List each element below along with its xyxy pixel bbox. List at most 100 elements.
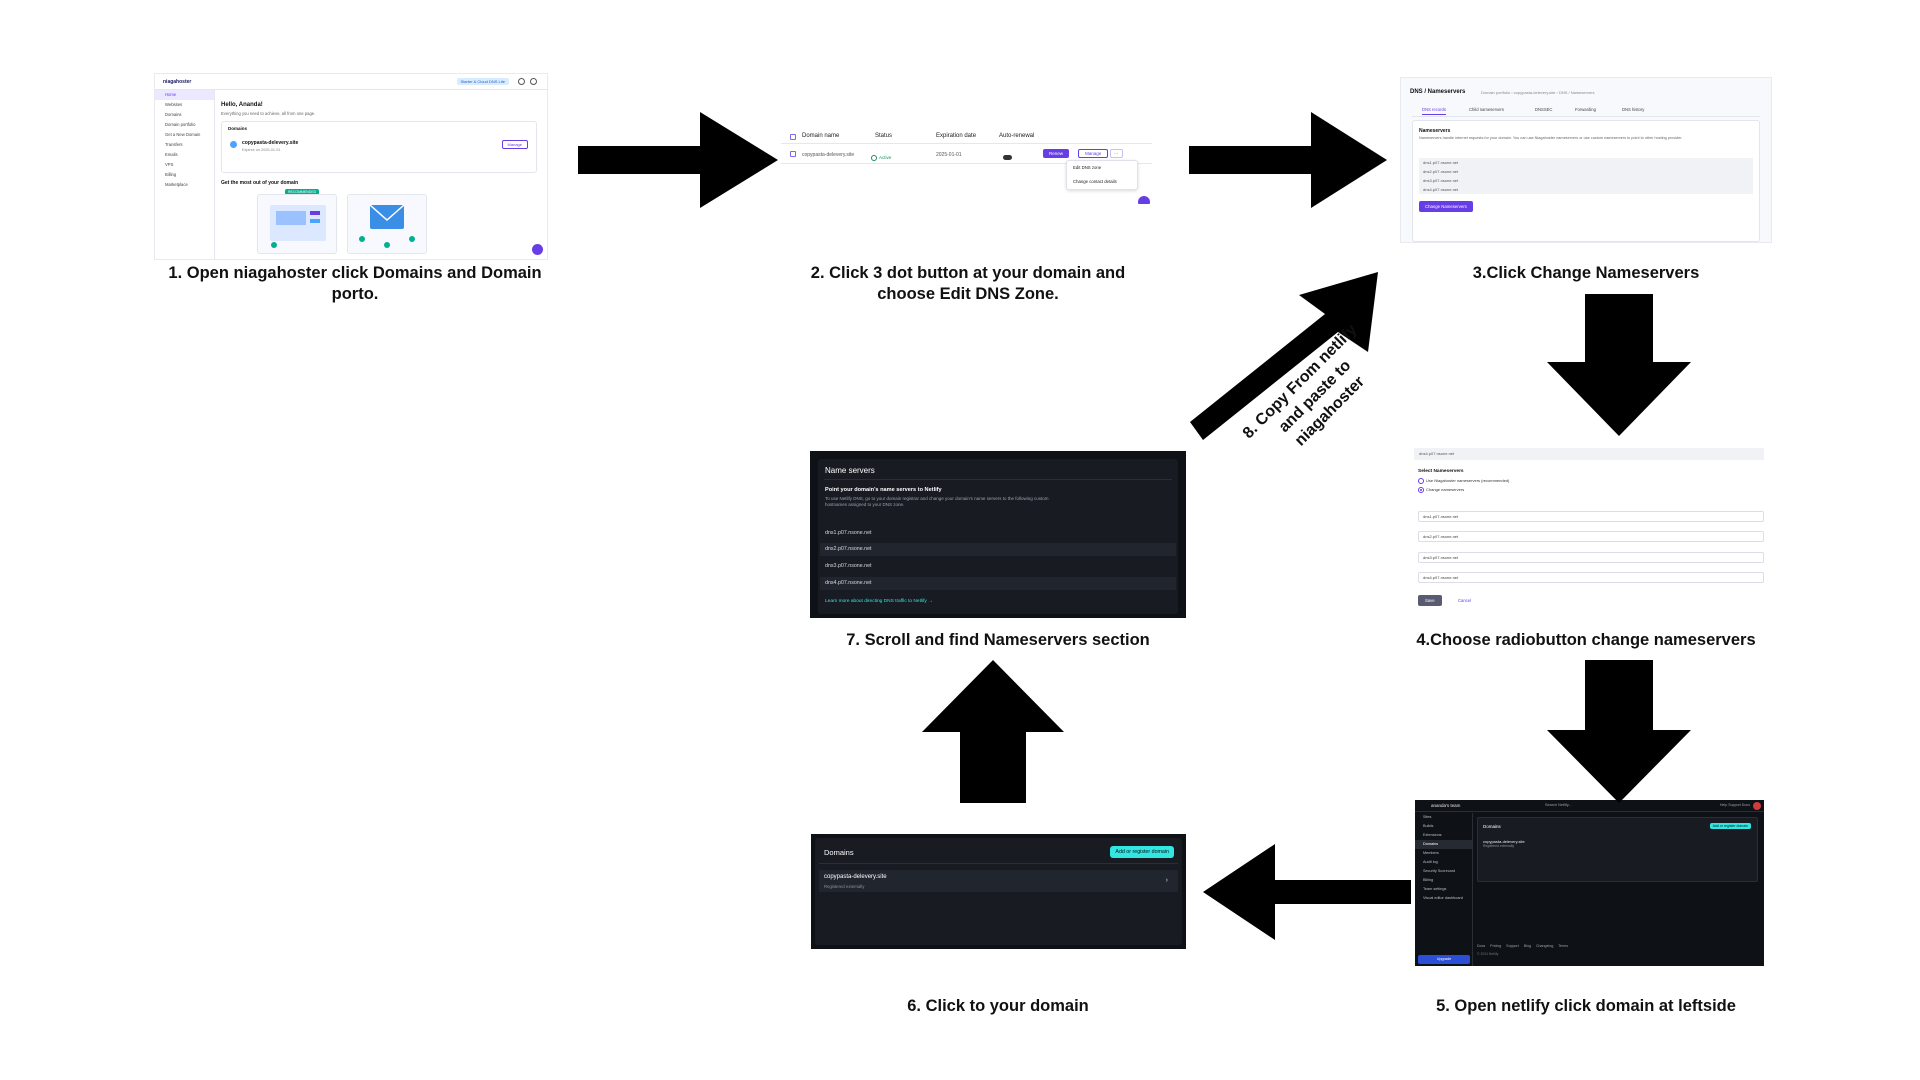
nav-visual-editor[interactable]: Visual editor dashboard [1415, 894, 1472, 903]
domain-name[interactable]: copypasta-delevery.site [242, 140, 298, 146]
learn-more-link[interactable]: Learn more about directing DNS traffic t… [825, 599, 933, 604]
tab-dns-history[interactable]: DNS history [1622, 107, 1644, 112]
menu-change-contact[interactable]: Change contact details [1067, 175, 1137, 189]
domains-heading: Domains [824, 848, 854, 857]
domains-card: Domains copypasta-delevery.site Expires … [221, 121, 537, 173]
greeting: Hello, Ananda! [221, 102, 263, 108]
col-expiration: Expiration date [936, 133, 977, 139]
previous-nameserver-value: dns4.p07.nsone.net [1414, 448, 1764, 460]
niagahoster-logo: niagahoster [163, 79, 192, 85]
avatar[interactable] [1753, 802, 1761, 810]
tab-bar: DNS records Child nameservers DNSSEC For… [1412, 105, 1760, 117]
nameservers-description: Nameservers handle internet requests for… [1419, 136, 1683, 140]
top-bar: niagahoster Starter & Cloud DNS Lite [155, 74, 547, 90]
nav-home[interactable]: Home [155, 90, 214, 100]
domains-card: Domains Add or register domain copypasta… [1477, 817, 1758, 882]
status-badge: Active [879, 155, 892, 160]
screenshot-niagahoster-home: niagahoster Starter & Cloud DNS Lite Hom… [154, 73, 548, 260]
nameserver-list: dns1.p07.nsone.net dns2.p07.nsone.net dn… [1419, 158, 1753, 194]
arrow-step6-to-step7 [922, 660, 1064, 803]
nav-emails[interactable]: Emails [155, 150, 214, 160]
caption-step1: 1. Open niagahoster click Domains and Do… [168, 264, 542, 303]
manage-button[interactable]: Manage [501, 140, 528, 149]
menu-edit-dns-zone[interactable]: Edit DNS zone [1067, 161, 1137, 175]
nav-websites[interactable]: Websites [155, 100, 214, 110]
domain-name[interactable]: copypasta-delevery.site [824, 874, 887, 880]
nav-security-scorecard[interactable]: Security Scorecard [1415, 867, 1472, 876]
screenshot-domain-list: Domain name Status Expiration date Auto-… [781, 128, 1152, 204]
nav-billing[interactable]: Billing [155, 170, 214, 180]
nav-domain-portfolio[interactable]: Domain portfolio [155, 120, 214, 130]
radio-change-nameservers[interactable] [1418, 487, 1424, 493]
manage-button[interactable]: Manage [1078, 149, 1109, 158]
footer-links[interactable]: Docs Pricing Support Blog Changelog Term… [1477, 944, 1568, 948]
page-title: DNS / Nameservers [1410, 89, 1466, 95]
netlify-nameserver-1: dns1.p07.nsone.net [825, 530, 872, 536]
domains-card-title: Domains [228, 126, 248, 131]
nav-domains[interactable]: Domains [1415, 840, 1472, 849]
nav-audit-log[interactable]: Audit log [1415, 858, 1472, 867]
add-domain-button[interactable]: Add or register domain [1110, 846, 1174, 858]
plan-badge: Starter & Cloud DNS Lite [456, 78, 509, 85]
top-links[interactable]: Help Support Docs [1720, 803, 1750, 807]
nameserver-2: dns2.p07.nsone.net [1423, 169, 1459, 174]
change-nameservers-button[interactable]: Change Nameservers [1419, 201, 1473, 212]
caption-step6: 6. Click to your domain [907, 997, 1089, 1015]
nameserver-input-1[interactable]: dns1.p07.nsone.net [1418, 511, 1764, 522]
cancel-button[interactable]: Cancel [1458, 598, 1471, 603]
promo-heading: Get the most out of your domain [221, 180, 299, 186]
sidebar: Home Websites Domains Domain portfolio G… [155, 90, 215, 259]
email-illustration [359, 204, 415, 248]
nav-team-settings[interactable]: Team settings [1415, 885, 1472, 894]
upgrade-button[interactable]: Upgrade [1418, 955, 1470, 964]
nav-new-domain[interactable]: Get a New Domain [155, 130, 214, 140]
tab-forwarding[interactable]: Forwarding [1575, 107, 1596, 112]
screenshot-netlify-domains: Domains Add or register domain copypasta… [811, 834, 1186, 949]
arrow-step4-to-step5 [1547, 660, 1691, 803]
chat-icon[interactable] [1138, 196, 1150, 204]
tab-dnssec[interactable]: DNSSEC [1535, 107, 1552, 112]
chat-icon[interactable] [532, 244, 543, 255]
nav-domains[interactable]: Domains [155, 110, 214, 120]
add-domain-button[interactable]: Add or register domain [1709, 823, 1751, 829]
nameserver-input-2[interactable]: dns2.p07.nsone.net [1418, 531, 1764, 542]
caption-step2: 2. Click 3 dot button at your domain and… [810, 264, 1126, 303]
arrow-step3-to-step4 [1547, 294, 1691, 436]
search-input[interactable]: Search Netlify... [1545, 803, 1572, 807]
more-options-button[interactable]: ··· [1110, 149, 1123, 158]
nav-transfers[interactable]: Transfers [155, 140, 214, 150]
nameserver-input-3[interactable]: dns3.p07.nsone.net [1418, 552, 1764, 563]
nav-marketplace[interactable]: Marketplace [155, 180, 214, 190]
greeting-sub: Everything you need to achieve, all from… [221, 111, 316, 116]
nav-billing[interactable]: Billing [1415, 876, 1472, 885]
website-illustration [270, 205, 326, 248]
netlify-nameserver-3: dns3.p07.nsone.net [825, 563, 872, 569]
nameserver-1: dns1.p07.nsone.net [1423, 160, 1459, 165]
tab-child-nameservers[interactable]: Child nameservers [1469, 107, 1504, 112]
row-domain[interactable]: copypasta-delevery.site [802, 152, 854, 158]
nav-vps[interactable]: VPS [155, 160, 214, 170]
renew-button[interactable]: Renew [1043, 149, 1070, 158]
arrow-step1-to-step2 [578, 112, 778, 208]
team-switcher[interactable]: ananda's team [1431, 803, 1460, 808]
nav-sites[interactable]: Sites [1415, 813, 1472, 822]
netlify-nameserver-2: dns2.p07.nsone.net [820, 543, 1176, 556]
save-button[interactable]: Save [1418, 595, 1442, 606]
nav-builds[interactable]: Builds [1415, 822, 1472, 831]
select-all-checkbox[interactable] [790, 134, 796, 140]
chevron-right-icon[interactable]: › [1166, 877, 1168, 884]
main-content: Hello, Ananda! Everything you need to ac… [221, 90, 541, 259]
radio-use-niagahoster[interactable] [1418, 478, 1424, 484]
auto-renew-toggle[interactable] [1003, 155, 1012, 160]
row-checkbox[interactable] [790, 151, 796, 157]
screenshot-dns-nameservers: DNS / Nameservers Domain portfolio › cop… [1400, 77, 1772, 243]
nameservers-heading: Name servers [825, 466, 875, 475]
nav-extensions[interactable]: Extensions [1415, 831, 1472, 840]
profile-icon [530, 78, 537, 85]
caption-step4: 4.Choose radiobutton change nameservers [1416, 631, 1756, 649]
tab-dns-records[interactable]: DNS records [1422, 107, 1446, 115]
nav-members[interactable]: Members [1415, 849, 1472, 858]
col-status: Status [875, 133, 893, 139]
caption-step5: 5. Open netlify click domain at leftside [1436, 997, 1736, 1015]
nameserver-input-4[interactable]: dns4.p07.nsone.net [1418, 572, 1764, 583]
